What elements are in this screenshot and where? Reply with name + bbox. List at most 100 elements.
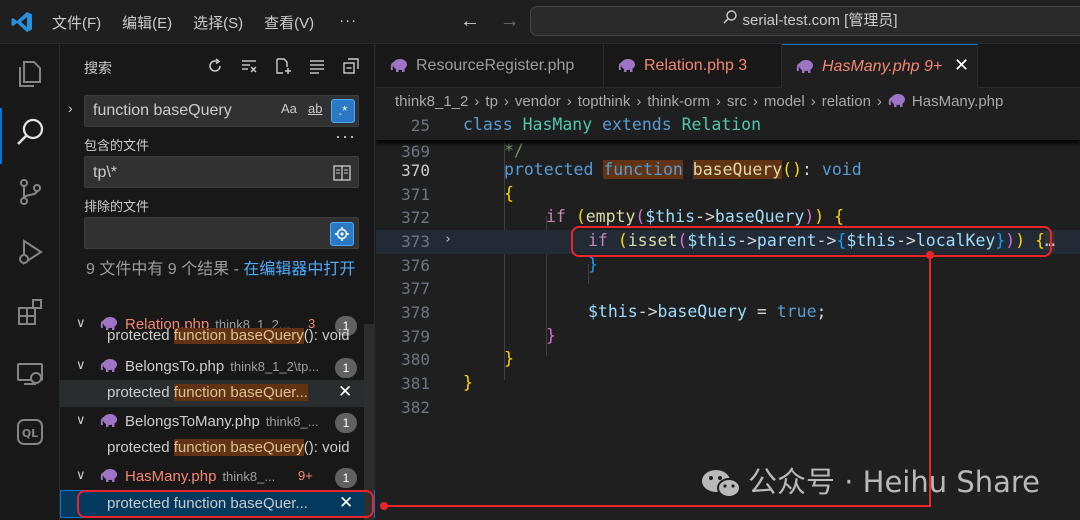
annotation-dot: [380, 502, 388, 510]
menu-view[interactable]: 查看(V): [264, 12, 314, 33]
vscode-logo-icon: [11, 12, 32, 32]
tab-label-text: Relation.php: [644, 57, 734, 74]
result-file-hasmany[interactable]: ∨ HasMany.php think8_... 9+ 1: [60, 464, 375, 490]
sticky-scroll-header[interactable]: 25 class HasMany extends Relation: [376, 114, 1080, 140]
php-elephant-icon: [796, 60, 813, 73]
breadcrumb-item[interactable]: relation: [822, 93, 871, 110]
match-text: protected function baseQuery(): void: [107, 439, 350, 456]
menu-more-button[interactable]: ···: [339, 12, 357, 33]
expand-chevron-icon: ∨: [76, 357, 86, 372]
results-summary: 9 文件中有 9 个结果 - 在编辑器中打开: [86, 258, 356, 281]
match-case-toggle[interactable]: Aa: [281, 101, 297, 116]
menu-file[interactable]: 文件(F): [52, 12, 101, 33]
code-line: }: [463, 373, 473, 392]
refresh-icon[interactable]: [205, 56, 225, 76]
code-line: }: [546, 326, 556, 345]
breadcrumb-item[interactable]: model: [764, 93, 805, 110]
exclude-label: 排除的文件: [84, 199, 150, 214]
open-in-editor-link[interactable]: 在编辑器中打开: [243, 261, 355, 278]
line-number: 25: [410, 116, 430, 135]
wechat-icon: [702, 470, 741, 498]
close-tab-icon[interactable]: ✕: [954, 55, 969, 76]
match-prefix: protected: [107, 439, 174, 456]
file-name-text: BelongsToMany.php: [125, 413, 260, 430]
breadcrumb-item[interactable]: src: [727, 93, 747, 110]
file-path-text: think8_...: [265, 414, 319, 429]
codeql-icon[interactable]: QL: [12, 414, 48, 450]
command-center[interactable]: serial-test.com [管理员]: [530, 6, 1080, 36]
menu-edit[interactable]: 编辑(E): [122, 12, 172, 33]
search-input[interactable]: function baseQuery Aa ab .*: [84, 95, 359, 127]
result-file-name: BelongsToMany.php think8_...: [125, 413, 319, 430]
menu-selection[interactable]: 选择(S): [193, 12, 243, 33]
include-label: 包含的文件: [84, 138, 150, 153]
breadcrumb-item[interactable]: topthink: [578, 93, 631, 110]
code-row: 382: [376, 396, 1080, 420]
search-view-icon[interactable]: [12, 114, 48, 150]
tab-relation[interactable]: Relation.php 3: [604, 44, 782, 88]
breadcrumb-item[interactable]: tp: [485, 93, 498, 110]
include-files-input[interactable]: tp\*: [84, 156, 359, 188]
result-match-row[interactable]: protected function baseQuery(): void: [60, 435, 375, 462]
extensions-icon[interactable]: [12, 294, 48, 330]
activity-active-indicator: [0, 108, 2, 164]
fold-chevron-icon[interactable]: ›: [444, 232, 452, 247]
source-control-icon[interactable]: [12, 174, 48, 210]
explorer-icon[interactable]: [12, 56, 48, 92]
tab-problem-badge: 9+: [923, 58, 943, 75]
result-match-row[interactable]: protected function baseQuery(): void: [60, 328, 375, 346]
exclude-files-input[interactable]: [84, 217, 359, 249]
breadcrumb-item[interactable]: HasMany.php: [912, 93, 1003, 110]
tab-resourceregister[interactable]: ResourceRegister.php: [376, 44, 604, 88]
breadcrumb-item[interactable]: think8_1_2: [395, 93, 468, 110]
code-line: */: [504, 141, 524, 160]
breadcrumb-item[interactable]: think-orm: [647, 93, 710, 110]
chevron-right-icon: ›: [752, 93, 758, 110]
forward-arrow-icon[interactable]: →: [500, 10, 520, 32]
dismiss-result-icon[interactable]: ✕: [338, 382, 352, 402]
chevron-right-icon: ›: [810, 93, 816, 110]
annotation-dot: [926, 251, 934, 259]
breadcrumb: think8_1_2 › tp › vendor › topthink › think-orm ›…: [395, 93, 1003, 110]
file-path-text: think8_...: [222, 469, 276, 484]
run-debug-icon[interactable]: [12, 234, 48, 270]
chevron-right-icon: ›: [474, 93, 480, 110]
line-number: 376: [401, 256, 430, 275]
toggle-replace-chevron-icon[interactable]: ›: [68, 100, 73, 116]
match-suffix: (): void: [303, 328, 350, 344]
open-editors-only-icon[interactable]: [330, 161, 354, 185]
file-path-text: think8_1_2\tp...: [230, 359, 320, 374]
include-files-value: tp\*: [93, 164, 118, 181]
line-number: 382: [401, 398, 430, 417]
code-row: 371 {: [376, 183, 1080, 207]
code-line: class HasMany extends Relation: [463, 115, 761, 134]
match-whole-word-toggle[interactable]: ab: [308, 101, 322, 116]
result-file-belongstomany[interactable]: ∨ BelongsToMany.php think8_... 1: [60, 409, 375, 435]
back-arrow-icon[interactable]: ←: [460, 10, 480, 32]
results-summary-text: 9 文件中有 9 个结果 -: [86, 261, 244, 278]
match-prefix: protected: [107, 384, 174, 401]
toggle-search-details-icon[interactable]: ···: [335, 126, 356, 147]
match-suffix: (): void: [303, 439, 350, 456]
code-line: }: [504, 349, 514, 368]
result-match-row[interactable]: protected function baseQuer... ✕: [60, 380, 375, 407]
use-regex-toggle[interactable]: .*: [331, 99, 355, 123]
tab-hasmany[interactable]: HasMany.php 9+ ✕: [782, 44, 978, 88]
view-as-tree-icon[interactable]: [307, 56, 327, 76]
sidebar-title: 搜索: [84, 60, 112, 76]
line-number: 372: [401, 208, 430, 227]
php-elephant-icon: [100, 359, 117, 372]
clear-results-icon[interactable]: [239, 56, 259, 76]
use-exclude-settings-icon[interactable]: [330, 222, 354, 246]
collapse-all-icon[interactable]: [341, 56, 361, 76]
php-elephant-icon: [390, 59, 407, 72]
new-search-editor-icon[interactable]: [273, 56, 293, 76]
watermark: 公众号 · Heihu Share: [700, 459, 1040, 501]
remote-explorer-icon[interactable]: [12, 356, 48, 392]
php-elephant-icon: [100, 414, 117, 427]
code-token: Relation: [681, 115, 762, 134]
code-line: }: [588, 255, 598, 274]
code-row: 378 $this->baseQuery = true;: [376, 301, 1080, 325]
result-file-belongsto[interactable]: ∨ BelongsTo.php think8_1_2\tp... 1: [60, 354, 375, 380]
breadcrumb-item[interactable]: vendor: [515, 93, 561, 110]
